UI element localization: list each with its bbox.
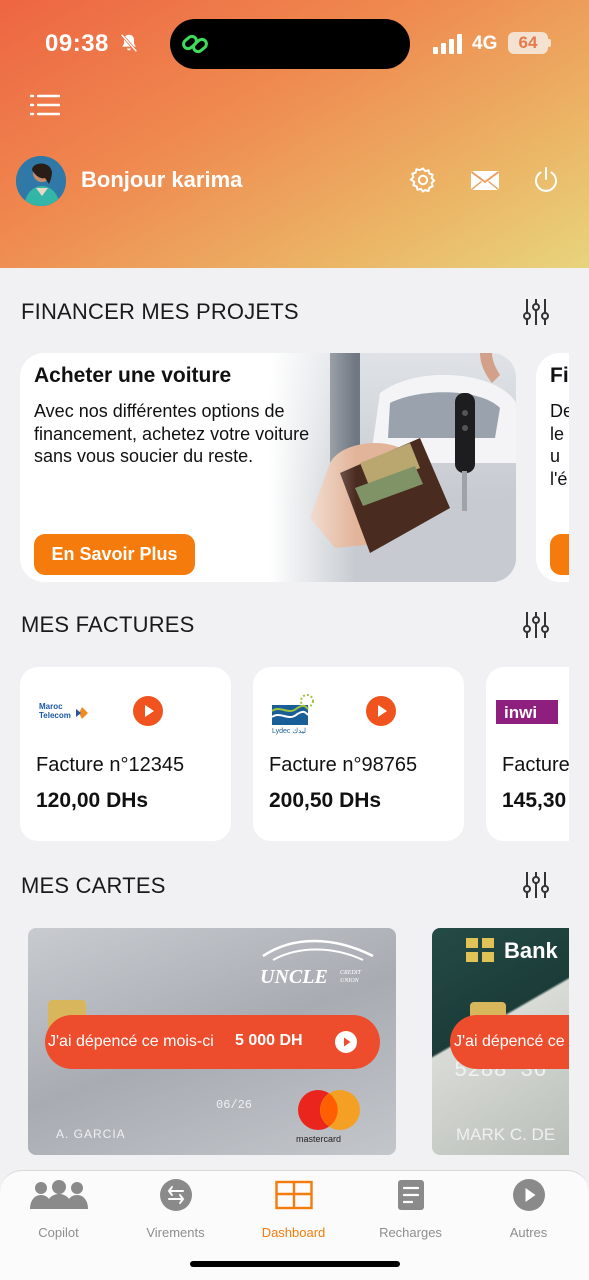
nav-label: Copilot — [38, 1225, 79, 1240]
invoice-number: Facture n°12345 — [36, 754, 185, 776]
svg-text:inwi: inwi — [504, 703, 537, 722]
nav-item-virements[interactable]: Virements — [117, 1179, 234, 1240]
invoice-amount: 145,30 — [502, 789, 567, 812]
carousel-clip — [569, 655, 589, 855]
recharge-icon — [398, 1180, 424, 1210]
section-title-projects: FINANCER MES PROJETS — [21, 299, 299, 324]
home-indicator[interactable] — [190, 1261, 400, 1267]
svg-text:UNION: UNION — [340, 978, 360, 984]
bank-name: Bank — [504, 938, 558, 963]
nav-item-autres[interactable]: Autres — [470, 1179, 587, 1240]
filter-icon[interactable] — [522, 610, 550, 640]
svg-text:UNCLE: UNCLE — [260, 966, 328, 988]
play-icon[interactable] — [335, 1031, 357, 1053]
nav-label: Autres — [509, 1225, 548, 1240]
project-card[interactable]: Acheter une voiture Avec nos différentes… — [20, 353, 516, 582]
avatar[interactable] — [16, 156, 66, 206]
carousel-clip — [569, 340, 589, 600]
svg-text:Lydec ليدك: Lydec ليدك — [272, 727, 306, 735]
status-time: 09:38 — [45, 30, 109, 57]
status-bar: 09:38 4G 64 — [0, 0, 589, 90]
network-type: 4G — [472, 33, 498, 54]
nav-label: Virements — [146, 1225, 205, 1240]
project-title: Acheter une voiture — [34, 364, 232, 387]
play-icon[interactable] — [133, 696, 163, 726]
invoice-card[interactable]: Maroc Telecom Facture n°12345 120,00 DHs — [20, 667, 231, 841]
mail-icon[interactable] — [470, 165, 500, 195]
project-description: Avec nos différentes options de financem… — [34, 401, 310, 466]
play-icon — [513, 1179, 545, 1211]
nav-item-copilot[interactable]: Copilot — [0, 1179, 117, 1240]
signal-icon — [433, 34, 462, 54]
svg-text:CREDIT: CREDIT — [340, 970, 362, 976]
monthly-spending-pill[interactable]: J'ai dépencé ce mois-ci 5 000 DH — [45, 1015, 380, 1069]
app-header: 09:38 4G 64 Bonjour karima — [0, 0, 589, 268]
transfer-icon — [160, 1179, 192, 1211]
invoice-card[interactable]: Lydec ليدك Facture n°98765 200,50 DHs — [253, 667, 464, 841]
dynamic-island — [170, 19, 410, 69]
battery-icon: 64 — [508, 32, 548, 54]
project-title: Fi — [550, 364, 569, 387]
filter-icon[interactable] — [522, 297, 550, 327]
invoice-amount: 200,50 DHs — [269, 789, 382, 812]
spending-label: J'ai dépencé ce — [454, 1033, 565, 1050]
people-icon — [30, 1180, 88, 1209]
card-holder: MARK C. DE — [456, 1125, 556, 1144]
invoice-amount: 120,00 DHs — [36, 789, 149, 812]
section-title-cards: MES CARTES — [21, 873, 166, 898]
maroc-telecom-logo: Maroc Telecom — [39, 702, 88, 720]
inwi-logo: inwi — [496, 700, 558, 724]
bank-logo-icon — [466, 938, 494, 962]
mastercard-logo: mastercard — [296, 1090, 360, 1144]
lydec-logo: Lydec ليدك — [271, 694, 314, 735]
dashboard-icon — [275, 1180, 313, 1210]
invoice-number: Facture n°98765 — [269, 754, 418, 776]
greeting: Bonjour karima — [81, 167, 243, 192]
svg-text:Maroc: Maroc — [39, 702, 63, 711]
nav-item-recharges[interactable]: Recharges — [352, 1179, 469, 1240]
power-icon[interactable] — [531, 165, 561, 195]
settings-icon[interactable] — [408, 165, 438, 195]
card-brand: mastercard — [296, 1134, 341, 1144]
card-expiry: 06/26 — [216, 1098, 253, 1112]
nav-item-dashboard[interactable]: Dashboard — [235, 1179, 352, 1240]
nav-label: Dashboard — [261, 1225, 326, 1240]
spending-amount: 5 000 DH — [235, 1032, 303, 1049]
menu-icon[interactable] — [30, 92, 60, 118]
invoice-number: Facture — [502, 754, 570, 776]
spending-label: J'ai dépencé ce mois-ci — [48, 1033, 214, 1050]
filter-icon[interactable] — [522, 870, 550, 900]
bell-muted-icon — [120, 33, 138, 53]
car-keys-wallet-image — [270, 353, 516, 582]
card-holder: A. GARCIA — [56, 1127, 126, 1141]
link-icon — [182, 34, 208, 54]
play-icon[interactable] — [366, 696, 396, 726]
svg-text:Telecom: Telecom — [39, 711, 71, 720]
learn-more-button[interactable]: En Savoir Plus — [34, 534, 195, 575]
nav-label: Recharges — [379, 1225, 442, 1240]
carousel-clip — [569, 920, 589, 1170]
avatar-photo — [16, 156, 66, 206]
battery-tip — [548, 39, 551, 47]
uncle-credit-union-logo: UNCLE CREDIT UNION — [260, 939, 374, 988]
section-title-invoices: MES FACTURES — [21, 612, 195, 637]
